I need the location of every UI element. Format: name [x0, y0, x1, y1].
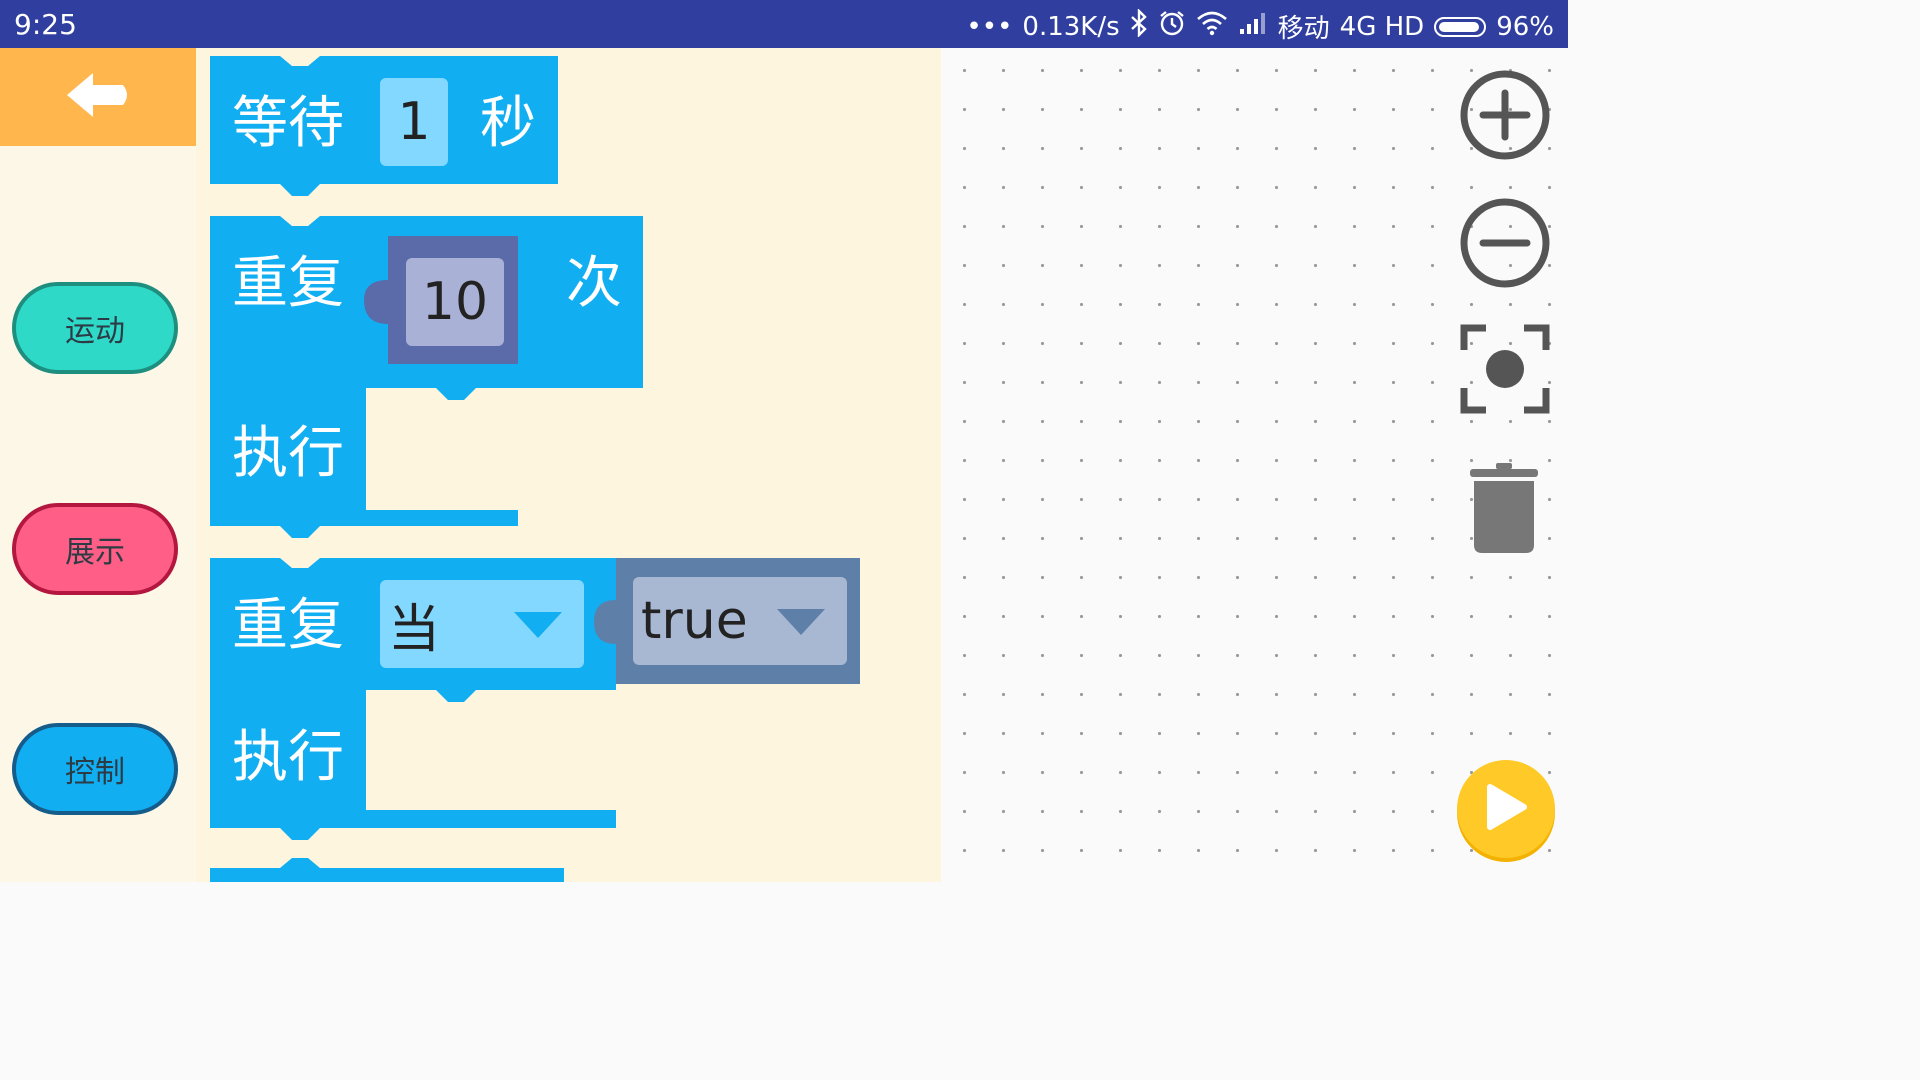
status-carrier: 移动	[1277, 14, 1330, 44]
condition-value: true	[641, 591, 748, 651]
repeat-while-do-label: 执行	[232, 725, 344, 790]
next-block-shape	[210, 858, 564, 882]
status-battery: 96%	[1496, 11, 1554, 42]
repeat-while-label: 重复	[232, 593, 344, 658]
condition-dropdown[interactable]: true	[633, 577, 847, 665]
signal-icon	[1238, 11, 1268, 42]
zoom-out-icon	[1458, 198, 1552, 294]
trash-icon	[1468, 463, 1540, 561]
status-time: 9:25	[14, 8, 77, 41]
recenter-button[interactable]	[1458, 322, 1552, 420]
category-label: 展示	[65, 535, 125, 570]
back-button[interactable]	[0, 48, 196, 146]
status-network: 4G HD	[1339, 11, 1425, 42]
category-sidebar: 运动 展示 控制	[0, 48, 196, 882]
zoom-out-button[interactable]	[1458, 196, 1552, 294]
recenter-icon	[1458, 324, 1552, 420]
zoom-in-icon	[1458, 70, 1552, 166]
category-label: 运动	[65, 314, 125, 349]
category-control-button[interactable]: 控制	[12, 723, 178, 815]
wifi-icon	[1196, 10, 1228, 43]
trash-button[interactable]	[1468, 461, 1540, 561]
wait-seconds-field[interactable]: 1	[380, 78, 448, 166]
repeat-times-do-label: 执行	[232, 421, 344, 486]
block-flyout: 等待 1 秒 重复 10 次 执行 重复 当 true 执行	[196, 48, 941, 882]
zoom-in-button[interactable]	[1458, 68, 1552, 166]
category-display-button[interactable]: 展示	[12, 503, 178, 595]
status-right-group: ••• 0.13K/s 移动 4G HD 96%	[966, 8, 1554, 45]
bluetooth-icon	[1130, 8, 1148, 44]
workspace-canvas[interactable]	[941, 48, 1568, 882]
run-button[interactable]	[1457, 760, 1555, 858]
repeat-times-unit: 次	[566, 251, 622, 316]
wait-block-unit: 秒	[480, 91, 536, 156]
status-net-speed: 0.13K/s	[1022, 11, 1120, 42]
chevron-down-icon	[514, 612, 562, 638]
repeat-mode-value: 当	[388, 599, 441, 660]
alarm-icon	[1158, 9, 1186, 44]
repeat-mode-dropdown[interactable]: 当	[380, 580, 584, 668]
wait-block-label: 等待	[232, 91, 344, 156]
battery-icon	[1434, 16, 1487, 37]
status-dots: •••	[966, 11, 1013, 42]
status-bar: 9:25 ••• 0.13K/s 移动 4G HD 96%	[0, 0, 1568, 48]
category-motion-button[interactable]: 运动	[12, 282, 178, 374]
play-icon	[1484, 783, 1528, 835]
repeat-times-label: 重复	[232, 251, 344, 316]
arrow-left-icon	[63, 69, 133, 125]
category-label: 控制	[65, 755, 125, 790]
repeat-count-field[interactable]: 10	[406, 258, 504, 346]
chevron-down-icon	[777, 609, 825, 635]
